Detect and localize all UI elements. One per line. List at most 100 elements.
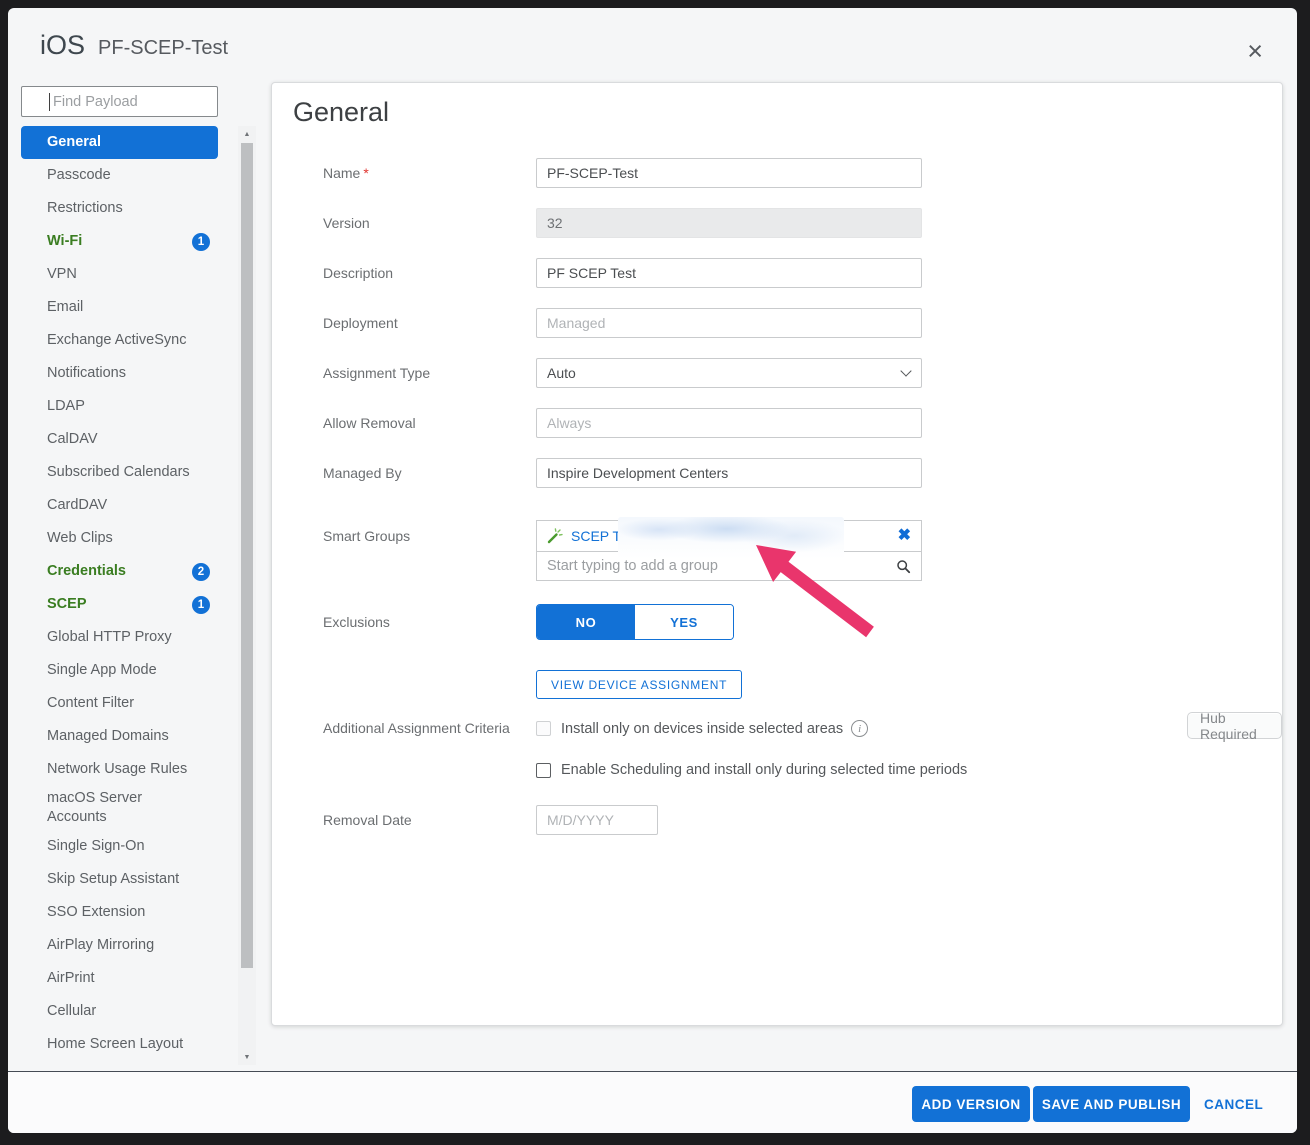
- sidebar-item-web-clips[interactable]: Web Clips: [21, 522, 218, 555]
- geofence-checkbox-text: Install only on devices inside selected …: [561, 721, 843, 737]
- sidebar-item-label: LDAP: [47, 394, 210, 419]
- sidebar-item-network-usage-rules[interactable]: Network Usage Rules: [21, 753, 218, 786]
- sidebar-item-label: AirPlay Mirroring: [47, 933, 210, 958]
- exclusions-toggle: NO YES: [536, 604, 734, 640]
- sidebar-item-label: Passcode: [47, 163, 210, 188]
- sidebar-scrollbar[interactable]: ▲ ▼: [238, 126, 256, 1065]
- sidebar-item-label: Skip Setup Assistant: [47, 867, 210, 892]
- info-icon[interactable]: i: [851, 720, 868, 737]
- required-asterisk: *: [363, 165, 368, 181]
- save-and-publish-button[interactable]: SAVE AND PUBLISH: [1033, 1086, 1190, 1122]
- name-field[interactable]: PF-SCEP-Test: [536, 158, 922, 188]
- exclusions-yes-button[interactable]: YES: [635, 605, 733, 639]
- assignment-type-label: Assignment Type: [323, 358, 430, 388]
- removal-date-label: Removal Date: [323, 805, 412, 835]
- sidebar-item-airprint[interactable]: AirPrint: [21, 962, 218, 995]
- sidebar-item-label: VPN: [47, 262, 210, 287]
- sidebar-item-single-app-mode[interactable]: Single App Mode: [21, 654, 218, 687]
- search-icon[interactable]: [896, 559, 911, 574]
- sidebar-item-label: Content Filter: [47, 691, 210, 716]
- dialog-header: iOS PF-SCEP-Test: [40, 30, 228, 61]
- smart-group-search-placeholder: Start typing to add a group: [547, 558, 718, 574]
- smart-group-name[interactable]: SCEP Test: [571, 528, 638, 544]
- profile-title: PF-SCEP-Test: [98, 37, 228, 60]
- deployment-label: Deployment: [323, 308, 398, 338]
- sidebar-item-home-screen-layout[interactable]: Home Screen Layout: [21, 1028, 218, 1061]
- sidebar-item-subscribed-calendars[interactable]: Subscribed Calendars: [21, 456, 218, 489]
- managed-by-field[interactable]: Inspire Development Centers: [536, 458, 922, 488]
- sidebar-item-label: AirPrint: [47, 966, 210, 991]
- geofence-checkbox-row: Install only on devices inside selected …: [536, 720, 1096, 737]
- find-payload-input[interactable]: Find Payload: [21, 86, 218, 117]
- sidebar-item-label: Home Screen Layout: [47, 1032, 210, 1057]
- payload-count-badge: 2: [192, 563, 210, 581]
- find-payload-placeholder: Find Payload: [53, 94, 138, 110]
- version-field: 32: [536, 208, 922, 238]
- sidebar-item-label: Single App Mode: [47, 658, 210, 683]
- platform-label: iOS: [40, 30, 85, 61]
- sidebar-item-cellular[interactable]: Cellular: [21, 995, 218, 1028]
- sidebar-item-label: Restrictions: [47, 196, 210, 221]
- sidebar-item-carddav[interactable]: CardDAV: [21, 489, 218, 522]
- sidebar-item-restrictions[interactable]: Restrictions: [21, 192, 218, 225]
- add-version-button[interactable]: ADD VERSION: [912, 1086, 1030, 1122]
- sidebar-item-airplay-mirroring[interactable]: AirPlay Mirroring: [21, 929, 218, 962]
- sidebar-item-label: CardDAV: [47, 493, 210, 518]
- sidebar-item-wi-fi[interactable]: Wi-Fi1: [21, 225, 218, 258]
- sidebar-item-label: Single Sign-On: [47, 834, 210, 859]
- sidebar-item-email[interactable]: Email: [21, 291, 218, 324]
- sidebar-item-single-sign-on[interactable]: Single Sign-On: [21, 830, 218, 863]
- sidebar-item-content-filter[interactable]: Content Filter: [21, 687, 218, 720]
- sidebar-item-global-http-proxy[interactable]: Global HTTP Proxy: [21, 621, 218, 654]
- sidebar-item-label: macOS Server Accounts: [47, 786, 165, 830]
- profile-editor-dialog: iOS PF-SCEP-Test × Find Payload General P…: [8, 8, 1297, 1133]
- view-device-assignment-button[interactable]: VIEW DEVICE ASSIGNMENT: [536, 670, 742, 699]
- scroll-up-icon[interactable]: ▲: [238, 126, 256, 142]
- sidebar-item-label: Credentials: [47, 559, 192, 584]
- smart-group-search-input[interactable]: Start typing to add a group: [536, 551, 922, 581]
- sidebar-item-label: Exchange ActiveSync: [47, 328, 210, 353]
- sidebar-item-general[interactable]: General: [21, 126, 218, 159]
- smart-group-chip: SCEP Test ✖: [536, 520, 922, 552]
- allow-removal-label: Allow Removal: [323, 408, 416, 438]
- description-field[interactable]: PF SCEP Test: [536, 258, 922, 288]
- version-label: Version: [323, 208, 370, 238]
- sidebar-item-scep[interactable]: SCEP1: [21, 588, 218, 621]
- sidebar-item-managed-domains[interactable]: Managed Domains: [21, 720, 218, 753]
- geofence-checkbox[interactable]: [536, 721, 551, 736]
- sidebar-item-macos-server-accounts[interactable]: macOS Server Accounts: [21, 786, 218, 830]
- sidebar-item-sso-extension[interactable]: SSO Extension: [21, 896, 218, 929]
- scheduling-checkbox-row: Enable Scheduling and install only durin…: [536, 762, 1096, 778]
- sidebar-item-label: Cellular: [47, 999, 210, 1024]
- sidebar-item-ldap[interactable]: LDAP: [21, 390, 218, 423]
- remove-smart-group-icon[interactable]: ✖: [898, 528, 911, 544]
- removal-date-field[interactable]: M/D/YYYY: [536, 805, 658, 835]
- assignment-type-select[interactable]: Auto: [536, 358, 922, 388]
- payload-count-badge: 1: [192, 596, 210, 614]
- hub-required-badge: Hub Required: [1187, 712, 1282, 739]
- sidebar-item-caldav[interactable]: CalDAV: [21, 423, 218, 456]
- sidebar-item-label: Notifications: [47, 361, 210, 386]
- scroll-down-icon[interactable]: ▼: [238, 1049, 256, 1065]
- sidebar-item-passcode[interactable]: Passcode: [21, 159, 218, 192]
- sidebar-item-notifications[interactable]: Notifications: [21, 357, 218, 390]
- sidebar-item-label: Web Clips: [47, 526, 210, 551]
- exclusions-no-button[interactable]: NO: [537, 605, 635, 639]
- sidebar-item-exchange-activesync[interactable]: Exchange ActiveSync: [21, 324, 218, 357]
- scrollbar-thumb[interactable]: [241, 143, 253, 968]
- name-label: Name*: [323, 158, 369, 188]
- sidebar-item-label: General: [47, 130, 210, 155]
- sidebar-item-vpn[interactable]: VPN: [21, 258, 218, 291]
- assignment-type-value[interactable]: Auto: [536, 358, 922, 388]
- cancel-button[interactable]: CANCEL: [1204, 1086, 1263, 1122]
- deployment-field: Managed: [536, 308, 922, 338]
- text-caret: [49, 93, 50, 111]
- sidebar-item-skip-setup-assistant[interactable]: Skip Setup Assistant: [21, 863, 218, 896]
- sidebar-item-label: SCEP: [47, 592, 192, 617]
- footer-bar: ADD VERSION SAVE AND PUBLISH CANCEL: [8, 1072, 1297, 1133]
- scheduling-checkbox[interactable]: [536, 763, 551, 778]
- scheduling-checkbox-text: Enable Scheduling and install only durin…: [561, 762, 967, 778]
- sidebar-item-label: Global HTTP Proxy: [47, 625, 210, 650]
- sidebar-item-credentials[interactable]: Credentials2: [21, 555, 218, 588]
- close-icon[interactable]: ×: [1247, 38, 1263, 65]
